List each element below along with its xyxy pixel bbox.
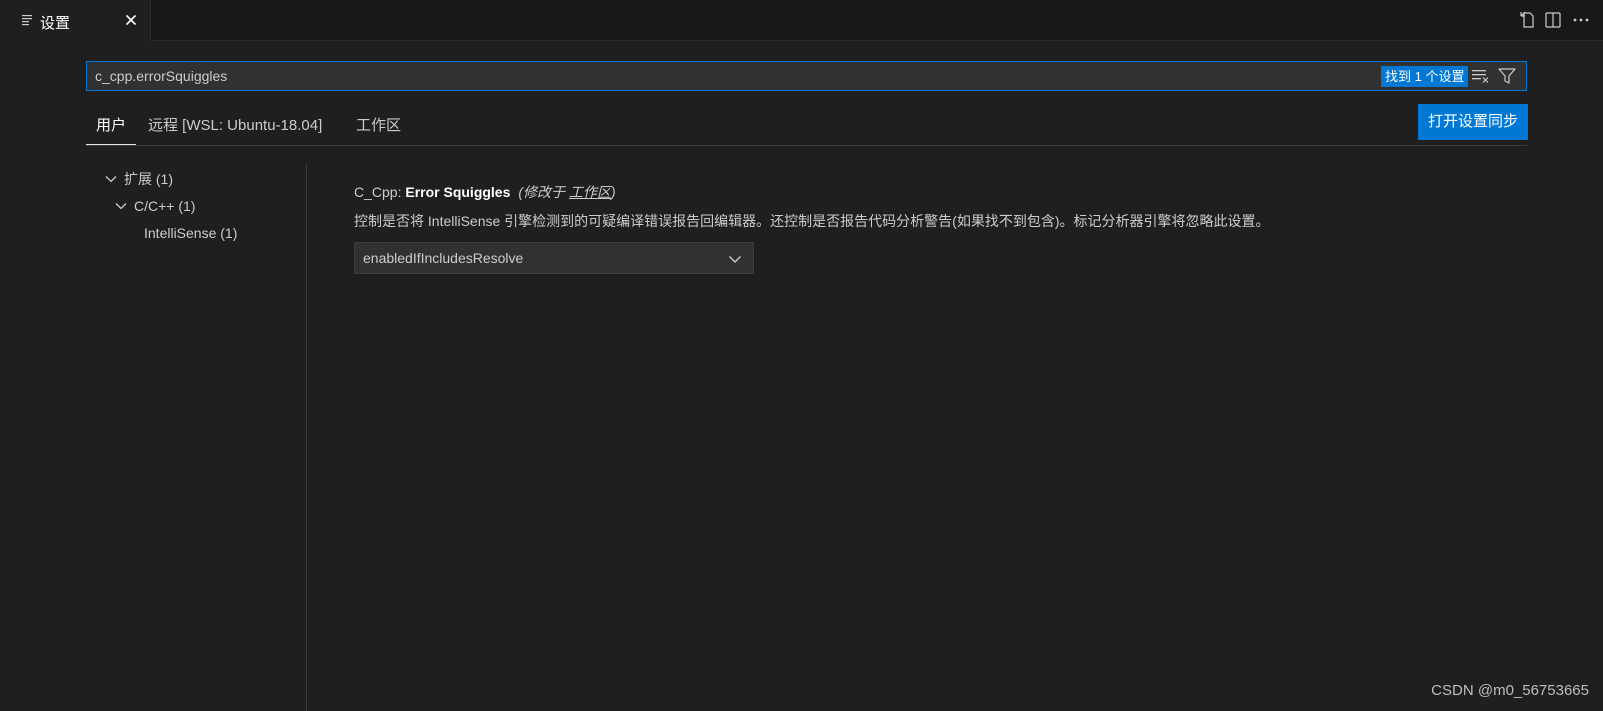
setting-modified-indicator: (修改于 工作区) bbox=[518, 184, 615, 200]
tab-user[interactable]: 用户 bbox=[86, 112, 137, 145]
setting-category: C_Cpp: bbox=[354, 184, 406, 200]
toc-sash[interactable] bbox=[306, 163, 307, 711]
filter-icon[interactable] bbox=[1497, 67, 1517, 85]
search-result-badge: 找到 1 个设置 bbox=[1381, 66, 1469, 87]
settings-list-icon bbox=[22, 15, 32, 26]
toc-item-label: 扩展 (1) bbox=[124, 171, 173, 187]
toc-item-label: C/C++ (1) bbox=[134, 198, 196, 214]
tab-remote-wsl[interactable]: 远程 [WSL: Ubuntu-18.04] bbox=[148, 112, 322, 145]
setting-title: C_Cpp: Error Squiggles (修改于 工作区) bbox=[354, 182, 616, 202]
chevron-down-icon bbox=[105, 176, 117, 183]
toc-item-extensions[interactable]: 扩展 (1) bbox=[104, 169, 173, 189]
settings-tab[interactable]: 设置 bbox=[0, 0, 151, 41]
error-squiggles-select[interactable]: enabledIfIncludesResolve bbox=[354, 242, 754, 274]
setting-name: Error Squiggles bbox=[405, 184, 511, 200]
tab-workspace[interactable]: 工作区 bbox=[356, 112, 401, 145]
setting-description: 控制是否将 IntelliSense 引擎检测到的可疑编译错误报告回编辑器。还控… bbox=[354, 213, 1270, 229]
split-editor-icon[interactable] bbox=[1543, 10, 1563, 30]
chevron-down-icon bbox=[115, 203, 127, 210]
close-icon[interactable] bbox=[123, 12, 139, 28]
select-value: enabledIfIncludesResolve bbox=[363, 250, 524, 266]
toc-item-label: IntelliSense (1) bbox=[144, 225, 238, 241]
more-actions-icon[interactable] bbox=[1571, 10, 1591, 30]
modified-in-workspace-link[interactable]: 工作区 bbox=[569, 184, 611, 200]
settings-search-input[interactable] bbox=[95, 62, 1095, 90]
settings-tab-label: 设置 bbox=[40, 15, 71, 32]
modified-suffix: ) bbox=[610, 184, 616, 200]
watermark: CSDN @m0_56753665 bbox=[1431, 682, 1589, 699]
settings-search-box: 找到 1 个设置 bbox=[86, 61, 1527, 91]
open-settings-json-icon[interactable] bbox=[1517, 10, 1537, 30]
modified-prefix: (修改于 bbox=[518, 184, 569, 200]
clear-filter-icon[interactable] bbox=[1471, 67, 1491, 85]
chevron-down-icon bbox=[729, 256, 741, 263]
editor-tab-bar: 设置 bbox=[0, 0, 1603, 41]
open-settings-sync-button[interactable]: 打开设置同步 bbox=[1418, 104, 1528, 140]
scope-divider bbox=[86, 145, 1527, 146]
toc-item-cpp[interactable]: C/C++ (1) bbox=[114, 196, 195, 216]
toc-item-intellisense[interactable]: IntelliSense (1) bbox=[144, 223, 237, 243]
